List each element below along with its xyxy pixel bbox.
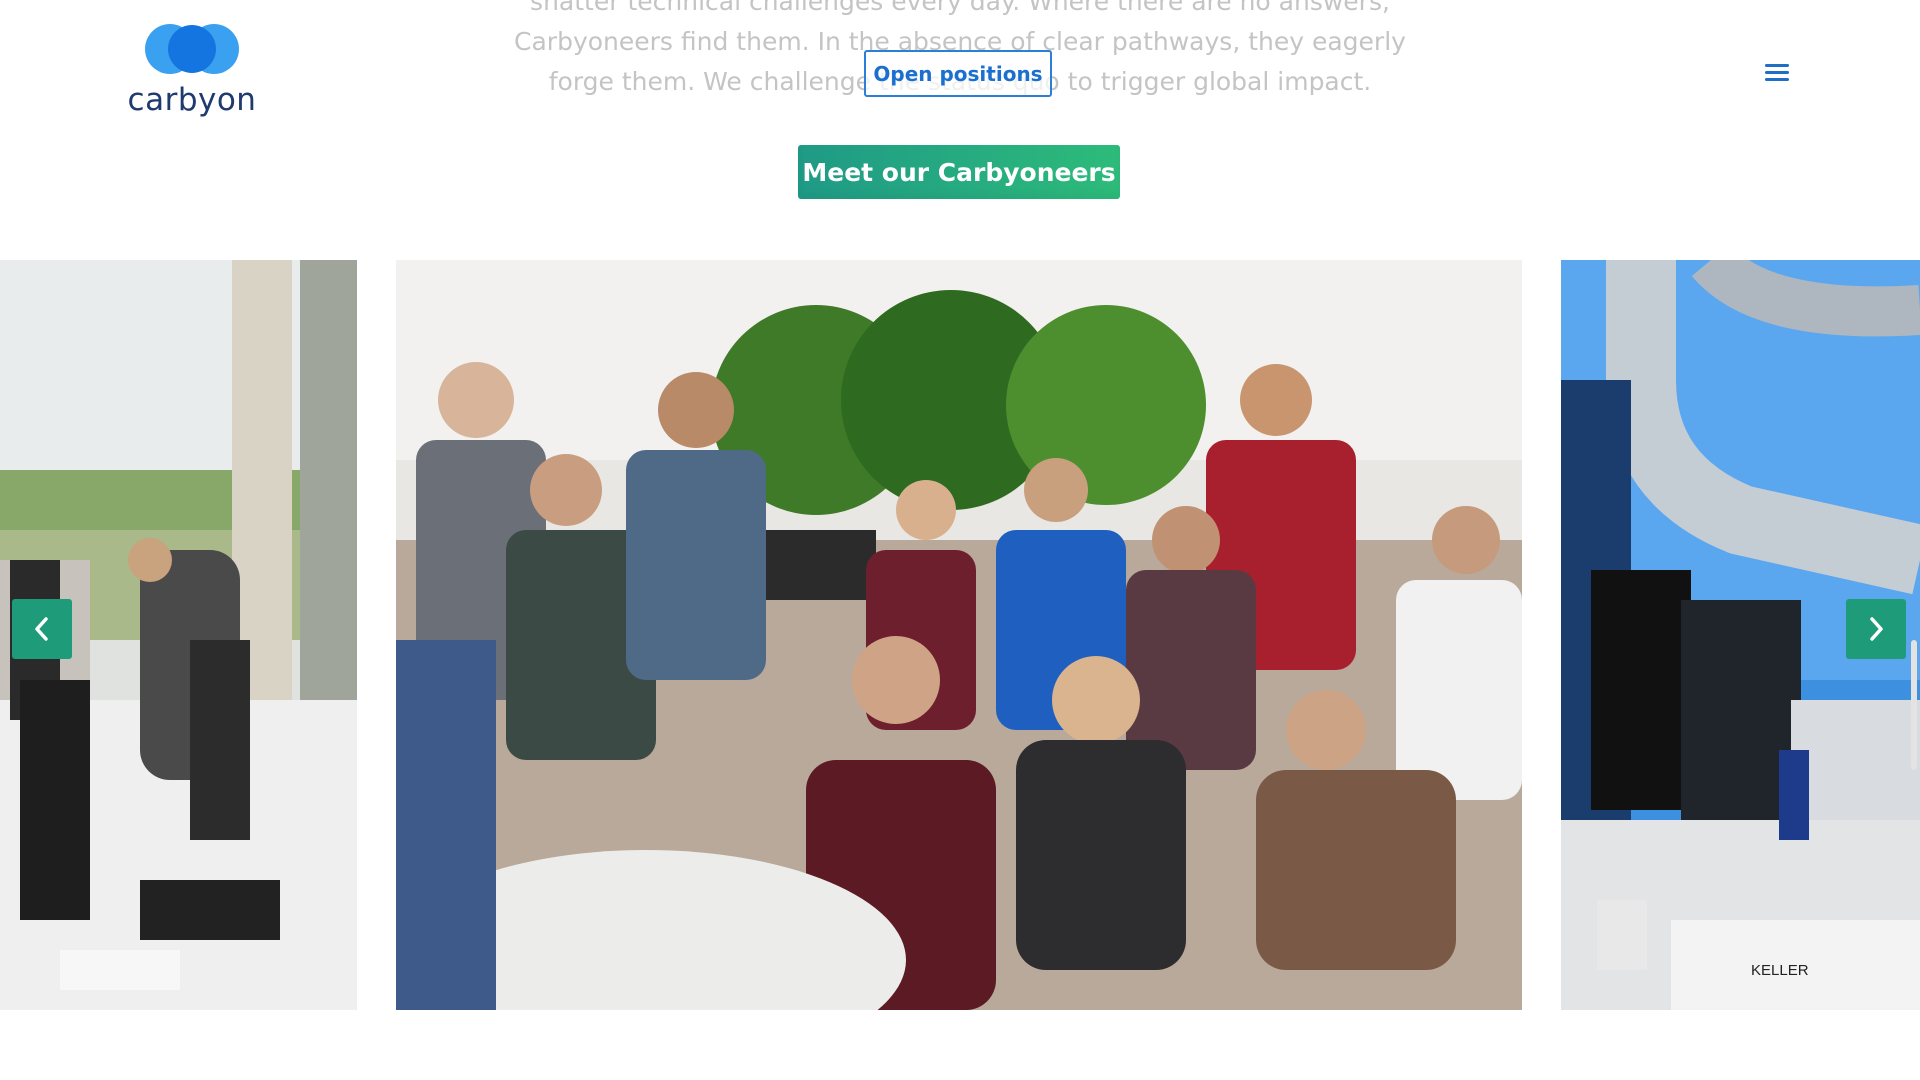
carousel-next-button[interactable] xyxy=(1846,599,1906,659)
open-positions-button[interactable]: Open positions xyxy=(864,50,1052,97)
chevron-right-icon xyxy=(1870,617,1883,641)
carousel-slide-team-meeting[interactable] xyxy=(396,260,1522,1010)
carbyon-logo-icon xyxy=(145,24,239,74)
team-meeting-photo xyxy=(396,260,1522,1010)
page-scrollbar[interactable] xyxy=(1911,640,1917,770)
photo-carousel: KELLER xyxy=(0,260,1920,1010)
hamburger-menu-icon[interactable] xyxy=(1760,60,1794,90)
chevron-left-icon xyxy=(35,617,48,641)
brand-name: carbyon xyxy=(127,82,257,118)
keller-label: KELLER xyxy=(1751,962,1809,979)
brand-logo[interactable]: carbyon xyxy=(122,24,262,124)
carousel-prev-button[interactable] xyxy=(12,599,72,659)
meet-carbyoneers-button[interactable]: Meet our Carbyoneers xyxy=(798,145,1120,199)
